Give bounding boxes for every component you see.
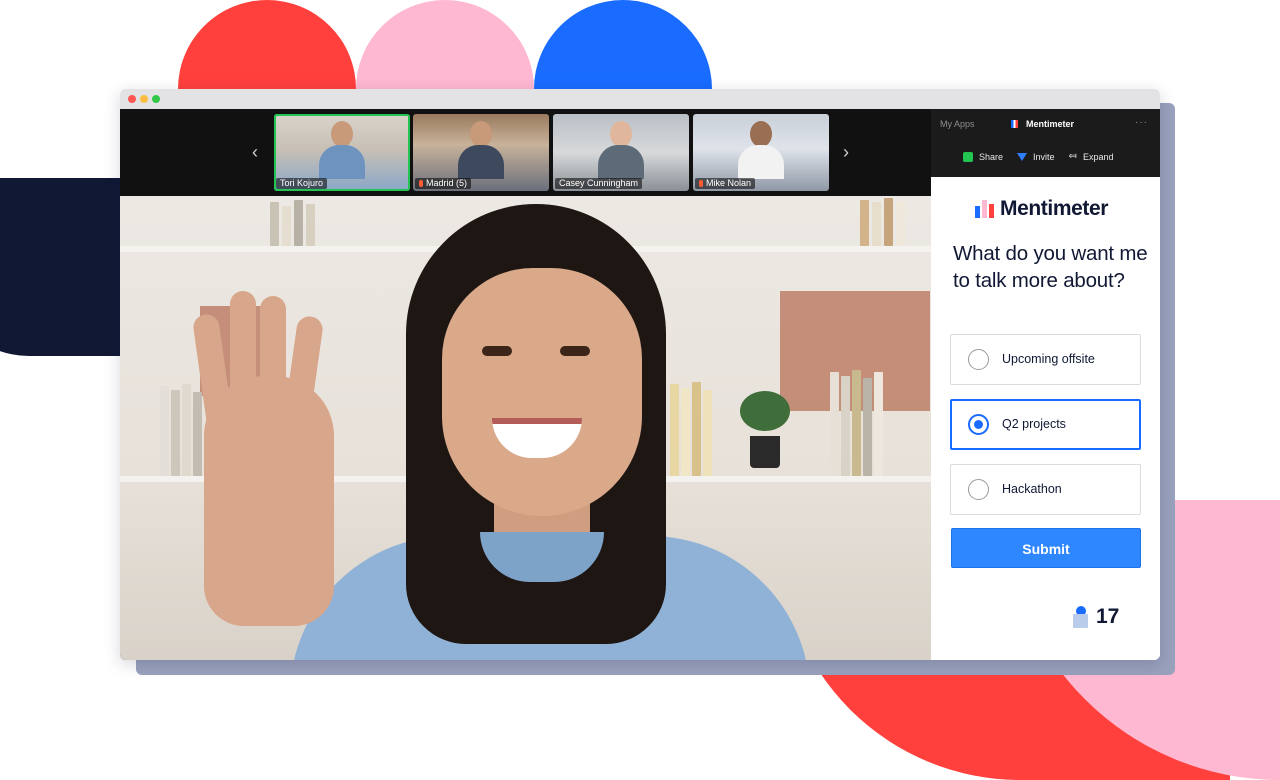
poll-option-q2-projects[interactable]: Q2 projects [950,399,1141,450]
radio-button[interactable] [968,479,989,500]
participant-strip: ‹ Tori Kojuro Madrid (5) Casey Cunningha… [120,109,931,196]
expand-button[interactable]: ⤆ Expand [1068,151,1114,163]
mic-muted-icon [419,180,423,187]
participant-tile-casey[interactable]: Casey Cunningham [553,114,689,191]
participant-name: Madrid (5) [415,178,472,189]
maximize-window-button[interactable] [152,95,160,103]
books [670,376,760,476]
minimize-window-button[interactable] [140,95,148,103]
radio-button[interactable] [968,414,989,435]
main-speaker-video [120,196,931,660]
participant-name: Casey Cunningham [555,178,643,189]
finger [260,296,286,416]
option-label: Q2 projects [1002,417,1066,431]
apps-panel-header: My Apps Mentimeter ··· Share Invite ⤆ Ex… [931,109,1160,177]
decor-navy-shape [0,178,120,356]
radio-button[interactable] [968,349,989,370]
participant-name: Tori Kojuro [276,178,328,189]
close-window-button[interactable] [128,95,136,103]
mic-muted-icon [699,180,703,187]
share-button[interactable]: Share [963,152,1003,162]
books [270,196,390,246]
decor-blue-half-circle [534,0,712,89]
mentimeter-logo-icon [1011,120,1018,128]
window-titlebar [120,89,1160,109]
chevron-left-icon[interactable]: ‹ [244,139,266,165]
participant-tile-madrid[interactable]: Madrid (5) [413,114,549,191]
speaker-eye [560,346,590,356]
participant-video [319,121,365,179]
video-area: ‹ Tori Kojuro Madrid (5) Casey Cunningha… [120,109,931,660]
decor-pink-half-circle [356,0,534,89]
plant-pot [750,436,780,468]
participant-icon [1072,606,1088,628]
option-label: Hackathon [1002,482,1062,496]
chevron-right-icon[interactable]: › [835,139,857,165]
potted-plant [740,391,790,431]
participant-video [458,121,504,179]
speaker-eye [482,346,512,356]
apps-panel-actions: Share Invite ⤆ Expand [963,152,1113,162]
participant-tile-mike[interactable]: Mike Nolan [693,114,829,191]
mentimeter-logo-icon [975,200,994,218]
participant-name: Mike Nolan [695,178,756,189]
submit-button[interactable]: Submit [951,528,1141,568]
participant-video [738,121,784,179]
app-title: Mentimeter [1011,119,1074,129]
participant-video [598,121,644,179]
books [860,196,930,246]
share-icon [963,152,973,162]
meeting-window: ‹ Tori Kojuro Madrid (5) Casey Cunningha… [120,89,1160,660]
finger [230,291,256,411]
poll-question: What do you want me to talk more about? [953,242,1148,292]
mentimeter-logo: Mentimeter [975,197,1108,221]
books [830,366,930,476]
option-label: Upcoming offsite [1002,352,1095,366]
expand-icon: ⤆ [1068,151,1077,162]
decor-red-half-circle [178,0,356,89]
speaker-face [442,268,642,516]
more-dots-icon[interactable]: ··· [1135,117,1148,128]
invite-button[interactable]: Invite [1017,152,1055,162]
apps-side-panel: My Apps Mentimeter ··· Share Invite ⤆ Ex… [931,109,1160,660]
poll-option-upcoming-offsite[interactable]: Upcoming offsite [950,334,1141,385]
radio-selected-dot [974,420,983,429]
brand-name: Mentimeter [1000,197,1109,220]
invite-icon [1017,153,1028,161]
participant-counter: 17 [1072,606,1119,628]
poll-option-hackathon[interactable]: Hackathon [950,464,1141,515]
my-apps-link[interactable]: My Apps [940,119,975,129]
participant-tile-tori[interactable]: Tori Kojuro [274,114,410,191]
participant-count: 17 [1096,605,1120,628]
